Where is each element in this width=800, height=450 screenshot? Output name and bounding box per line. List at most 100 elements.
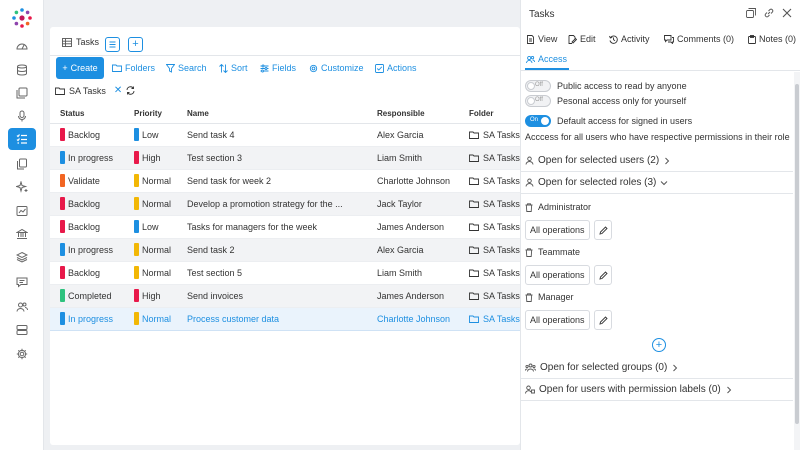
responsible-cell: Alex Garcia	[366, 123, 462, 147]
sort-icon	[219, 63, 228, 73]
panel-scrollbar-thumb[interactable]	[795, 84, 799, 424]
name-cell[interactable]: Send task 2	[181, 238, 366, 262]
permission-labels-section[interactable]: Open for users with permission labels (0…	[521, 379, 793, 401]
status-cell: Backlog	[50, 123, 124, 147]
folders-button[interactable]: Folders	[112, 63, 155, 73]
folder-icon	[469, 177, 479, 185]
name-cell[interactable]: Test section 3	[181, 146, 366, 170]
table-row[interactable]: In progress Normal Send task 2 Alex Garcia S…	[50, 238, 520, 262]
nav-server-icon[interactable]	[8, 319, 36, 341]
nav-chat-icon[interactable]	[8, 271, 36, 293]
role-operations-select[interactable]: All operations	[525, 265, 590, 285]
create-button[interactable]: + Create	[56, 57, 104, 79]
tab-tasks[interactable]: Tasks	[62, 37, 99, 47]
refresh-icon[interactable]	[126, 86, 135, 95]
nav-dashboard-icon[interactable]	[8, 36, 36, 58]
trash-icon[interactable]	[525, 202, 533, 212]
fields-button[interactable]: Fields	[260, 63, 296, 73]
column-header-responsible[interactable]: Responsible	[366, 105, 462, 124]
nav-pages-icon[interactable]	[8, 153, 36, 175]
table-row[interactable]: Completed High Send invoices James Anderson…	[50, 284, 520, 308]
table-row[interactable]: Validate Normal Send task for week 2 Charlo…	[50, 169, 520, 193]
window-icon[interactable]	[746, 8, 756, 18]
panel-header-actions	[746, 8, 792, 18]
checkbox-icon	[375, 63, 384, 73]
nav-reports-icon[interactable]	[8, 200, 36, 222]
status-color-marker	[60, 266, 65, 279]
public-access-toggle[interactable]: Off	[525, 80, 551, 92]
tab-edit[interactable]: Edit	[568, 34, 596, 44]
folder-icon	[469, 315, 479, 323]
status-text: In progress	[68, 313, 114, 324]
status-cell: In progress	[50, 238, 124, 262]
table-row[interactable]: Backlog Low Tasks for managers for the wee…	[50, 215, 520, 239]
sort-label: Sort	[231, 63, 248, 73]
name-cell[interactable]: Develop a promotion strategy for the ...	[181, 192, 366, 216]
nav-institution-icon[interactable]	[8, 223, 36, 245]
name-cell[interactable]: Process customer data	[181, 307, 366, 331]
tab-view[interactable]: View	[526, 34, 557, 44]
name-cell[interactable]: Test section 5	[181, 261, 366, 285]
nav-tasks-icon[interactable]	[8, 128, 36, 150]
nav-microphone-icon[interactable]	[8, 105, 36, 127]
column-header-name[interactable]: Name	[181, 105, 366, 124]
folder-cell: SA Tasks	[462, 123, 520, 147]
nav-database-icon[interactable]	[8, 59, 36, 81]
table-row[interactable]: Backlog Normal Develop a promotion strateg…	[50, 192, 520, 216]
name-cell[interactable]: Send invoices	[181, 284, 366, 308]
add-role-button[interactable]: +	[652, 338, 666, 352]
close-icon[interactable]	[782, 8, 792, 18]
table-row[interactable]: In progress Normal Process customer data Ch…	[50, 307, 520, 331]
tab-access[interactable]: Access	[526, 54, 567, 64]
pencil-icon	[598, 270, 608, 280]
actions-button[interactable]: Actions	[375, 63, 417, 73]
edit-role-button[interactable]	[594, 220, 612, 240]
priority-text: Normal	[142, 198, 172, 209]
column-header-priority[interactable]: Priority	[124, 105, 181, 124]
sort-button[interactable]: Sort	[219, 63, 248, 73]
selected-roles-label: Open for selected roles (3)	[538, 177, 657, 188]
trash-icon[interactable]	[525, 292, 533, 302]
nav-ai-sparkle-icon[interactable]	[8, 176, 36, 198]
personal-access-toggle[interactable]: Off	[525, 95, 551, 107]
role-operations-select[interactable]: All operations	[525, 220, 590, 240]
tab-activity[interactable]: Activity	[609, 34, 650, 44]
name-cell[interactable]: Tasks for managers for the week	[181, 215, 366, 239]
selected-groups-section[interactable]: Open for selected groups (0)	[521, 357, 793, 379]
edit-role-button[interactable]	[594, 310, 612, 330]
column-header-folder[interactable]: Folder	[462, 105, 520, 124]
trash-icon[interactable]	[525, 247, 533, 257]
role-operations-select[interactable]: All operations	[525, 310, 590, 330]
link-icon[interactable]	[764, 8, 774, 18]
status-color-marker	[60, 197, 65, 210]
nav-settings-gear-icon[interactable]	[8, 343, 36, 365]
clear-filter-icon[interactable]: ✕	[114, 85, 122, 96]
customize-button[interactable]: Customize	[309, 63, 364, 73]
add-view-button[interactable]: +	[128, 37, 143, 52]
search-button[interactable]: Search	[166, 63, 207, 73]
table-row[interactable]: Backlog Low Send task 4 Alex Garcia SA Tasks	[50, 123, 520, 147]
name-cell[interactable]: Send task 4	[181, 123, 366, 147]
column-header-status[interactable]: Status	[50, 105, 124, 124]
selected-roles-section[interactable]: Open for selected roles (3)	[521, 172, 793, 194]
tab-comments[interactable]: Comments (0)	[664, 34, 734, 44]
folder-text: SA Tasks	[483, 198, 520, 209]
name-cell[interactable]: Send task for week 2	[181, 169, 366, 193]
table-row[interactable]: In progress High Test section 3 Liam Smith S…	[50, 146, 520, 170]
gear-icon	[309, 64, 318, 72]
toggle-state-label: Off	[535, 97, 543, 103]
tab-notes[interactable]: Notes (0)	[748, 34, 796, 44]
tab-tasks-label: Tasks	[76, 37, 100, 47]
priority-color-marker	[134, 174, 139, 187]
nav-documents-icon[interactable]	[8, 82, 36, 104]
app-logo[interactable]	[11, 7, 33, 29]
nav-users-icon[interactable]	[8, 296, 36, 318]
pencil-icon	[598, 315, 608, 325]
view-menu-button[interactable]	[105, 37, 120, 52]
nav-layers-icon[interactable]	[8, 246, 36, 268]
tasks-table: Status Priority Name Responsible Folder …	[50, 105, 520, 331]
table-row[interactable]: Backlog Normal Test section 5 Liam Smith SA …	[50, 261, 520, 285]
edit-role-button[interactable]	[594, 265, 612, 285]
default-access-toggle[interactable]: On	[525, 115, 551, 127]
selected-users-section[interactable]: Open for selected users (2)	[521, 150, 793, 172]
